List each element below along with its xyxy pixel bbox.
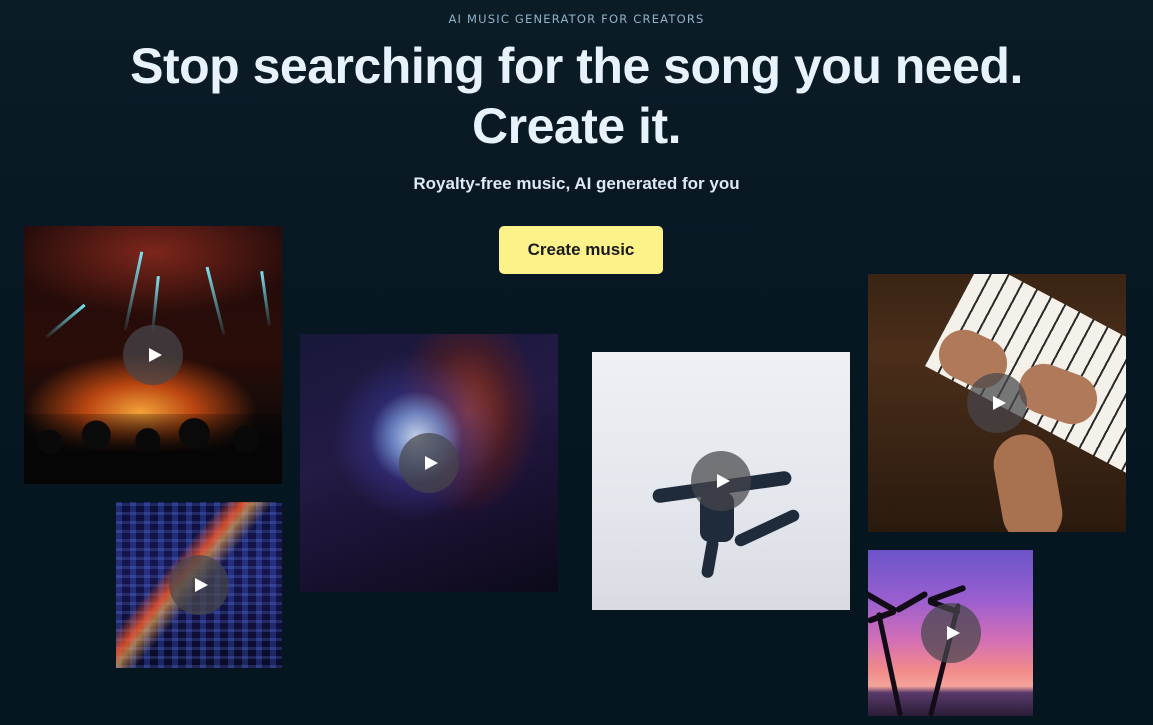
play-icon[interactable] (691, 451, 751, 511)
headline-line-1: Stop searching for the song you need. (130, 38, 1023, 94)
sample-tile-dancer[interactable] (592, 352, 850, 610)
sample-tile-city[interactable] (116, 502, 282, 668)
eyebrow-label: AI MUSIC GENERATOR FOR CREATORS (448, 12, 705, 26)
hero-headline: Stop searching for the song you need. Cr… (0, 36, 1153, 156)
create-music-button[interactable]: Create music (499, 226, 663, 274)
hero-subheadline: Royalty-free music, AI generated for you (413, 174, 740, 193)
sample-tile-piano[interactable] (868, 274, 1126, 532)
play-icon[interactable] (921, 603, 981, 663)
play-icon[interactable] (123, 325, 183, 385)
headline-line-2: Create it. (472, 98, 681, 154)
sample-tile-disco[interactable] (300, 334, 558, 592)
sample-tile-palm[interactable] (868, 550, 1033, 716)
sample-tile-concert[interactable] (24, 226, 282, 484)
play-icon[interactable] (169, 555, 229, 615)
play-icon[interactable] (967, 373, 1027, 433)
play-icon[interactable] (399, 433, 459, 493)
